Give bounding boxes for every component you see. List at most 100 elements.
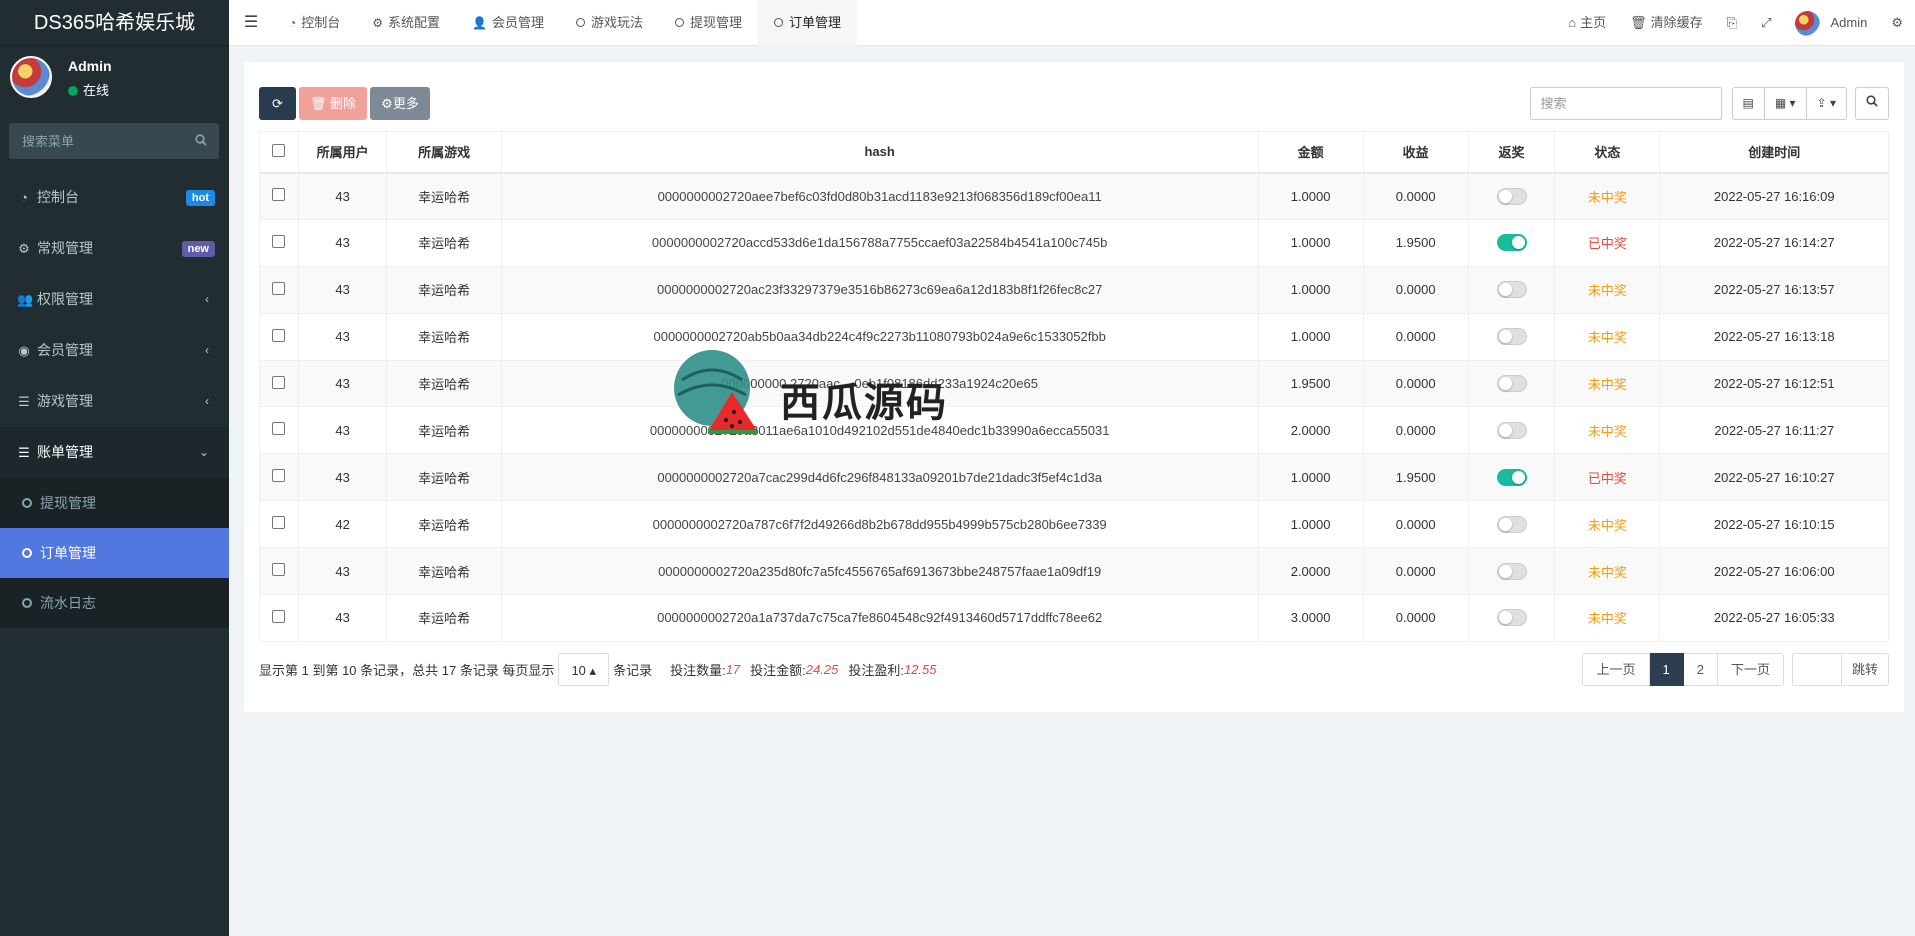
checkbox-cell xyxy=(259,406,299,455)
more-label: 更多 xyxy=(392,96,419,111)
reward-toggle[interactable] xyxy=(1496,562,1527,580)
refresh-button[interactable]: ⟳ xyxy=(259,87,296,120)
sidebar-item-dashboard[interactable]: ◔ 控制台 hot xyxy=(0,172,229,223)
more-button[interactable]: ⚙更多 xyxy=(370,87,430,120)
cell-amount: 1.0000 xyxy=(1257,453,1364,502)
row-checkbox[interactable] xyxy=(272,188,286,202)
table-row[interactable]: 43 幸运哈希 0000000002720a1a737da7c75ca7fe8604… xyxy=(259,594,1889,642)
reward-toggle[interactable] xyxy=(1496,281,1527,299)
table-row[interactable]: 43 幸运哈希 0000000002720a3011ae6a1010d492102d… xyxy=(259,406,1889,455)
jump-button[interactable]: 跳转 xyxy=(1841,653,1889,686)
table-row[interactable]: 43 幸运哈希 0000000002720ac23f33297379e3516b86… xyxy=(259,265,1889,314)
tab-game-rules[interactable]: 游戏玩法 xyxy=(560,0,659,46)
reward-toggle[interactable] xyxy=(1496,609,1527,627)
clear-cache-button[interactable]: 🗑 清除缓存 xyxy=(1618,0,1715,46)
sidebar-item-games[interactable]: ☰ 游戏管理 ‹ xyxy=(0,376,229,427)
menu-toggle-icon[interactable]: ☰ xyxy=(229,0,273,46)
row-checkbox[interactable] xyxy=(272,375,286,389)
reward-toggle[interactable] xyxy=(1496,515,1527,533)
column-header-game[interactable]: 所属游戏 xyxy=(386,131,502,174)
row-checkbox[interactable] xyxy=(272,328,286,342)
tab-members[interactable]: 👤 会员管理 xyxy=(456,0,560,46)
cell-game: 幸运哈希 xyxy=(386,547,502,596)
column-header-profit[interactable]: 收益 xyxy=(1362,131,1469,174)
tab-label: 控制台 xyxy=(301,15,341,30)
prev-page-button[interactable]: 上一页 xyxy=(1582,653,1650,686)
row-checkbox[interactable] xyxy=(272,469,286,483)
row-checkbox[interactable] xyxy=(272,609,286,623)
column-header-reward[interactable]: 返奖 xyxy=(1467,131,1556,174)
select-all-checkbox[interactable] xyxy=(272,143,286,157)
row-checkbox[interactable] xyxy=(272,563,286,577)
page-size-dropdown[interactable]: 10 ▴ xyxy=(558,653,610,686)
cell-game: 幸运哈希 xyxy=(386,359,502,408)
fullscreen-button[interactable]: ⤢ xyxy=(1749,0,1783,46)
row-checkbox[interactable] xyxy=(272,516,286,530)
reward-toggle[interactable] xyxy=(1496,375,1527,393)
sidebar-item-general[interactable]: ⚙ 常规管理 new xyxy=(0,223,229,274)
home-link[interactable]: ⌂ 主页 xyxy=(1556,0,1618,46)
next-page-button[interactable]: 下一页 xyxy=(1717,653,1784,686)
row-checkbox[interactable] xyxy=(272,281,286,295)
cell-status: 未中奖 xyxy=(1554,547,1661,596)
top-right-tools: ⌂ 主页 🗑 清除缓存 ⎘ ⤢ Admin ⚙ xyxy=(1556,0,1915,46)
sidebar-item-bills[interactable]: ☰ 账单管理 ⌄ xyxy=(0,427,229,478)
export-button[interactable]: ⇪ ▾ xyxy=(1806,87,1847,120)
tab-dashboard[interactable]: ◔ 控制台 xyxy=(273,0,356,46)
tab-system-config[interactable]: ⚙ 系统配置 xyxy=(356,0,456,46)
column-header-user[interactable]: 所属用户 xyxy=(297,131,388,174)
list-icon: ☰ xyxy=(18,445,30,460)
table-row[interactable]: 42 幸运哈希 0000000002720a787c6f7f2d49266d8b2b… xyxy=(259,500,1889,549)
table-search-input[interactable] xyxy=(1529,87,1722,120)
table-row[interactable]: 43 幸运哈希 0000000002720a7cac299d4d6fc296f848… xyxy=(259,453,1889,502)
reward-toggle[interactable] xyxy=(1496,468,1527,486)
new-badge: new xyxy=(181,241,215,257)
page-button-1[interactable]: 1 xyxy=(1649,653,1684,686)
search-toggle-button[interactable] xyxy=(1855,87,1889,120)
sidebar-subitem-flow-log[interactable]: 流水日志 xyxy=(0,578,229,628)
row-checkbox[interactable] xyxy=(272,422,286,436)
search-icon[interactable] xyxy=(195,134,207,146)
reward-toggle[interactable] xyxy=(1496,328,1527,346)
page-button-2[interactable]: 2 xyxy=(1683,653,1718,686)
tab-orders[interactable]: 订单管理 xyxy=(758,0,858,46)
cell-hash: 0000000002720a1a737da7c75ca7fe8604548c92… xyxy=(500,594,1259,642)
columns-button[interactable]: ▦ ▾ xyxy=(1764,87,1807,120)
cell-created-time: 2022-05-27 16:11:27 xyxy=(1659,406,1889,455)
app-brand[interactable]: DS365哈希娱乐城 xyxy=(0,0,229,46)
table-row[interactable]: 43 幸运哈希 0000000002720aee7bef6c03fd0d80b31a… xyxy=(259,172,1889,220)
toggle-card-view-button[interactable]: ▤ xyxy=(1731,87,1765,120)
cell-game: 幸运哈希 xyxy=(386,172,502,220)
cell-profit: 0.0000 xyxy=(1362,547,1469,596)
column-header-status[interactable]: 状态 xyxy=(1554,131,1661,174)
language-button[interactable]: ⎘ xyxy=(1715,0,1749,46)
column-header-amount[interactable]: 金额 xyxy=(1257,131,1364,174)
tab-label: 会员管理 xyxy=(492,15,545,30)
delete-button[interactable]: 🗑 删除 xyxy=(299,87,368,120)
settings-button[interactable]: ⚙ xyxy=(1879,0,1915,46)
user-circle-icon: ◉ xyxy=(18,343,30,358)
cell-hash: 000000000 2720aac... 0eb1f08186dd233a192… xyxy=(500,359,1259,408)
column-header-created-time[interactable]: 创建时间 xyxy=(1659,131,1889,174)
circle-icon xyxy=(774,18,784,27)
table-row[interactable]: 43 幸运哈希 0000000002720accd533d6e1da156788a7… xyxy=(259,218,1889,267)
table-row[interactable]: 43 幸运哈希 0000000002720a235d80fc7a5fc4556765… xyxy=(259,547,1889,596)
reward-toggle[interactable] xyxy=(1496,234,1527,252)
sidebar: DS365哈希娱乐城 Admin 在线 ◔ 控制台 hot ⚙ 常规管理 new 👥… xyxy=(0,0,229,936)
reward-toggle[interactable] xyxy=(1496,421,1527,439)
cell-created-time: 2022-05-27 16:10:27 xyxy=(1659,453,1889,502)
toggle-knob xyxy=(1498,611,1512,625)
column-header-hash[interactable]: hash xyxy=(500,131,1259,174)
sidebar-subitem-orders[interactable]: 订单管理 xyxy=(0,528,229,578)
row-checkbox[interactable] xyxy=(272,234,286,248)
sidebar-item-permissions[interactable]: 👥 权限管理 ‹ xyxy=(0,274,229,325)
tab-withdrawals[interactable]: 提现管理 xyxy=(659,0,758,46)
reward-toggle[interactable] xyxy=(1496,187,1527,205)
table-row[interactable]: 43 幸运哈希 0000000002720ab5b0aa34db224c4f9c22… xyxy=(259,312,1889,361)
sidebar-subitem-withdrawals[interactable]: 提现管理 xyxy=(0,478,229,528)
table-row[interactable]: 43 幸运哈希 000000000 2720aac... 0eb1f08186dd2… xyxy=(259,359,1889,408)
jump-page-input[interactable] xyxy=(1791,653,1842,686)
menu-search-input[interactable] xyxy=(9,123,219,159)
user-menu[interactable]: Admin xyxy=(1783,0,1879,46)
sidebar-item-members[interactable]: ◉ 会员管理 ‹ xyxy=(0,325,229,376)
